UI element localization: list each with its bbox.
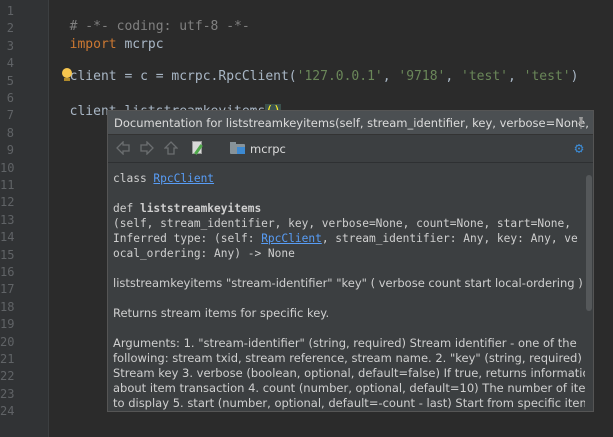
line-number: 1: [6, 4, 14, 18]
user-string: 'test': [461, 69, 508, 84]
documentation-content: class RpcClient def liststreamkeyitems (…: [108, 163, 586, 411]
class-keyword: class: [113, 172, 154, 185]
line-number: 12: [0, 195, 15, 210]
documentation-popup: Documentation for liststreamkeyitems(sel…: [107, 110, 594, 412]
separator: ,: [382, 69, 399, 84]
separator: ,: [445, 69, 462, 84]
line-number: 10: [0, 160, 15, 175]
inferred-type-line-2: ocal_ordering: Any) -> None: [113, 247, 295, 260]
password-string: 'test': [523, 69, 571, 84]
inferred-prefix: Inferred type: (self:: [113, 232, 262, 245]
pin-icon[interactable]: [575, 116, 587, 130]
module-name[interactable]: mcrpc: [250, 141, 286, 157]
arguments-line-3: Stream key 3. verbose (boolean, optional…: [113, 366, 586, 380]
inferred-type-line: Inferred type: (self: RpcClient, stream_…: [113, 231, 578, 246]
lightbulb-icon[interactable]: [61, 68, 73, 82]
line-number: 18: [0, 299, 15, 314]
gear-icon[interactable]: ⚙: [571, 140, 587, 156]
line-number: 20: [0, 334, 15, 349]
close-paren: ): [570, 69, 579, 84]
forward-arrow-icon[interactable]: [140, 140, 154, 156]
line-number: 16: [0, 265, 15, 279]
line-number: 13: [0, 212, 15, 227]
line-number: 3: [6, 38, 14, 53]
def-keyword: def: [113, 202, 140, 215]
arguments-line-5: to display 5. start (number, optional, d…: [113, 396, 586, 410]
inferred-rest: , stream_identifier: Any, key: Any, ve: [321, 232, 578, 245]
documentation-scrollbar[interactable]: [585, 163, 593, 411]
scrollbar-thumb[interactable]: [586, 175, 592, 311]
code-line-4[interactable]: client = c = mcrpc.RpcClient('127.0.0.1'…: [54, 50, 579, 86]
class-line: class RpcClient: [113, 171, 214, 186]
line-number: 2: [6, 21, 14, 36]
edit-source-icon[interactable]: [192, 141, 204, 155]
line-number: 15: [0, 247, 15, 262]
line-number: 14: [0, 230, 15, 245]
arguments-line-2: following: stream txid, stream reference…: [113, 351, 582, 365]
line-number: 24: [0, 404, 15, 419]
popup-title[interactable]: Documentation for liststreamkeyitems(sel…: [108, 111, 593, 135]
def-line: def liststreamkeyitems: [113, 201, 261, 216]
line-number: 5: [6, 73, 14, 88]
line-number: 21: [0, 352, 15, 366]
line-number: 4: [6, 56, 14, 71]
line-number: 8: [6, 125, 14, 140]
line-number: 11: [0, 178, 15, 192]
arguments-line-1: Arguments: 1. "stream-identifier" (strin…: [113, 336, 577, 350]
arguments-line-4: about item transaction 4. count (number,…: [113, 381, 586, 395]
line-number-gutter: 1 2 3 4 5 6 7 8 9 10 11 12 13 14 15 16 17 18 19 20 21 22 23 24: [0, 0, 49, 437]
host-string: '127.0.0.1': [296, 69, 383, 84]
back-arrow-icon[interactable]: [116, 140, 130, 156]
returns-line: Returns stream items for specific key.: [113, 306, 330, 320]
line-number: 19: [0, 317, 15, 332]
line-number: 23: [0, 386, 15, 401]
popup-toolbar: mcrpc ⚙: [108, 136, 593, 163]
separator: ,: [507, 69, 524, 84]
line-number: 6: [6, 91, 14, 105]
line-number: 17: [0, 282, 15, 297]
up-arrow-icon[interactable]: [163, 141, 179, 155]
usage-line: liststreamkeyitems "stream-identifier" "…: [113, 276, 583, 290]
line-number: 9: [6, 143, 14, 158]
inferred-class-link[interactable]: RpcClient: [261, 232, 322, 245]
code-line-2[interactable]: import mcrpc: [54, 18, 164, 54]
python-module-icon: [230, 142, 246, 155]
line-number: 7: [6, 108, 14, 123]
client-assignment: client = c = mcrpc.RpcClient(: [69, 69, 297, 84]
port-string: '9718': [398, 69, 446, 84]
function-name: liststreamkeyitems: [139, 202, 262, 215]
signature-line: (self, stream_identifier, key, verbose=N…: [113, 217, 572, 230]
class-link[interactable]: RpcClient: [153, 172, 214, 185]
line-number: 22: [0, 369, 15, 384]
